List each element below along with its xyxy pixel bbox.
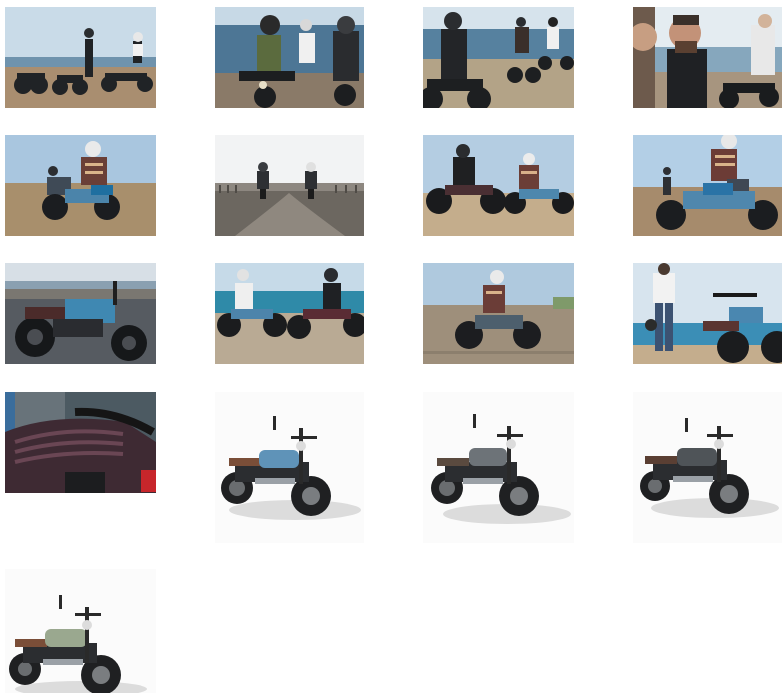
photo-thumbnail-icon xyxy=(633,263,782,364)
photo-thumbnail-icon xyxy=(5,263,156,364)
gallery-thumb-8[interactable] xyxy=(633,135,782,236)
photo-thumbnail-icon xyxy=(5,135,156,236)
gallery-thumb-17[interactable] xyxy=(5,569,156,693)
gallery-thumb-12[interactable] xyxy=(633,263,782,364)
photo-thumbnail-icon xyxy=(5,392,156,493)
photo-thumbnail-icon xyxy=(633,7,782,108)
gallery-thumb-6[interactable] xyxy=(215,135,364,236)
motorcycle-studio-icon xyxy=(9,595,147,693)
gallery-thumb-13[interactable] xyxy=(5,392,156,493)
gallery-thumb-7[interactable] xyxy=(423,135,574,236)
photo-thumbnail-icon xyxy=(423,135,574,236)
gallery-thumb-9[interactable] xyxy=(5,263,156,364)
gallery-thumb-16[interactable] xyxy=(633,392,782,543)
gallery-thumb-5[interactable] xyxy=(5,135,156,236)
photo-thumbnail-icon xyxy=(5,7,156,108)
photo-thumbnail-icon xyxy=(215,7,364,108)
gallery-thumb-3[interactable] xyxy=(423,7,574,108)
photo-thumbnail-icon xyxy=(215,263,364,364)
photo-thumbnail-icon xyxy=(423,263,574,364)
motorcycle-studio-icon xyxy=(431,414,571,524)
photo-thumbnail-icon xyxy=(423,7,574,108)
gallery-thumb-4[interactable] xyxy=(633,7,782,108)
motorcycle-studio-icon xyxy=(640,418,779,518)
gallery-thumb-15[interactable] xyxy=(423,392,574,543)
gallery-thumb-11[interactable] xyxy=(423,263,574,364)
photo-thumbnail-icon xyxy=(633,135,782,236)
photo-thumbnail-icon xyxy=(215,135,364,236)
gallery-thumb-1[interactable] xyxy=(5,7,156,108)
gallery-thumb-14[interactable] xyxy=(215,392,364,543)
gallery-thumb-10[interactable] xyxy=(215,263,364,364)
gallery-thumb-2[interactable] xyxy=(215,7,364,108)
motorcycle-studio-icon xyxy=(221,416,361,520)
